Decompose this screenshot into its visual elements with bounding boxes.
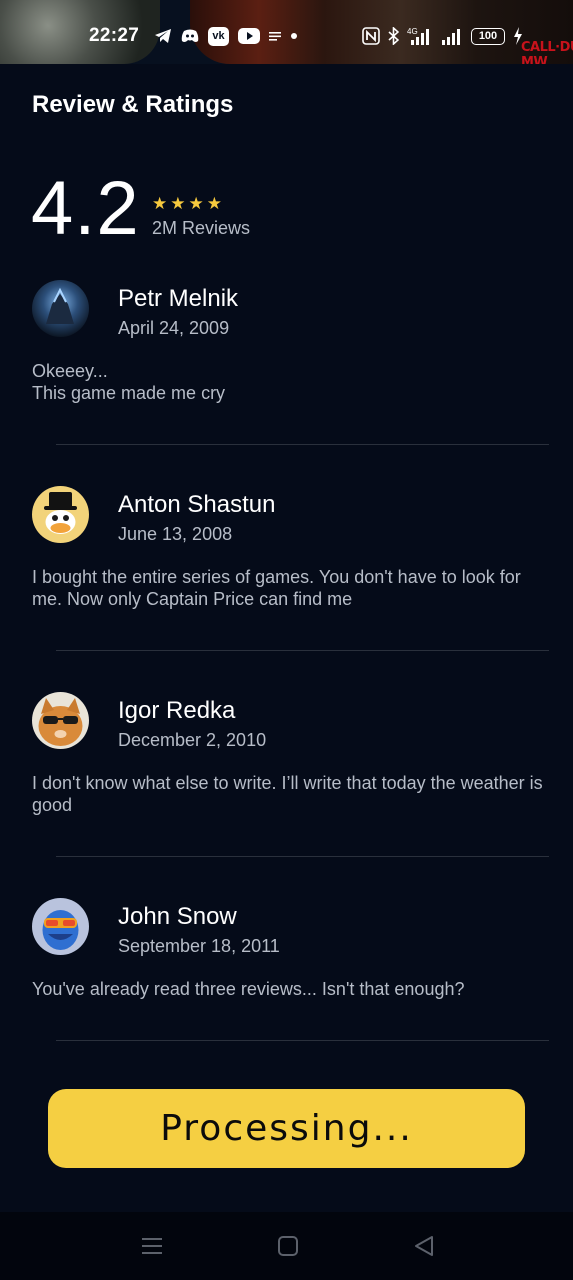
reviews-count: 2M Reviews — [152, 218, 251, 238]
signal-4g-icon: 4G — [407, 26, 433, 46]
avatar — [32, 486, 89, 543]
battery-icon: 100 — [471, 27, 505, 45]
review-date: June 13, 2008 — [118, 524, 233, 544]
recents-button[interactable] — [122, 1212, 182, 1280]
youtube-icon — [238, 26, 260, 46]
rating-stars: ★ ★ ★ ★ — [152, 194, 222, 214]
star-icon: ★ — [170, 194, 186, 213]
reviewer-name: Anton Shastun — [118, 491, 276, 518]
review-text: I don't know what else to write. I’ll wr… — [32, 773, 543, 815]
vk-icon: vk — [208, 26, 229, 46]
star-icon: ★ — [188, 194, 204, 213]
status-bar: 22:27 vk 4G 100 CALL·D MW — [0, 0, 573, 64]
review-text: I bought the entire series of games. You… — [32, 567, 521, 609]
review-date: September 18, 2011 — [118, 936, 280, 956]
notification-icons: vk — [154, 26, 298, 46]
reviewer-name: Igor Redka — [118, 697, 236, 724]
back-icon — [415, 1236, 433, 1256]
recents-icon — [142, 1238, 162, 1254]
system-icons: 4G 100 — [362, 26, 523, 46]
bluetooth-icon — [388, 26, 399, 46]
star-icon: ★ — [206, 194, 222, 213]
avatar — [32, 280, 89, 337]
reviewer-name: John Snow — [118, 903, 237, 930]
telegram-icon — [154, 26, 172, 46]
reviewer-name: Petr Melnik — [118, 285, 239, 312]
avatar — [32, 692, 89, 749]
review-text: You've already read three reviews... Isn… — [32, 979, 465, 999]
divider — [56, 1040, 549, 1041]
divider — [56, 650, 549, 651]
star-icon: ★ — [152, 194, 168, 213]
battery-level: 100 — [478, 30, 498, 42]
avatar — [32, 898, 89, 955]
divider — [56, 856, 549, 857]
divider — [56, 444, 549, 445]
rating-score: 4.2 — [31, 166, 140, 251]
dot-icon — [290, 26, 298, 46]
discord-icon — [181, 26, 199, 46]
menu-lines-icon — [269, 26, 281, 46]
home-icon — [278, 1236, 298, 1256]
nfc-icon — [362, 26, 380, 46]
page-title: Review & Ratings — [32, 91, 234, 118]
navigation-bar — [0, 1212, 573, 1280]
game-logo-text: CALL·DUTY MW — [521, 40, 573, 64]
status-time: 22:27 — [89, 25, 140, 46]
network-type-label: 4G — [407, 27, 418, 36]
back-button[interactable] — [394, 1212, 454, 1280]
review-date: April 24, 2009 — [118, 318, 230, 338]
game-logo: CALL·DUTY MW — [521, 40, 573, 64]
signal-icon — [441, 26, 463, 46]
review-date: December 2, 2010 — [118, 730, 267, 750]
processing-button[interactable]: Processing... — [48, 1089, 525, 1168]
home-button[interactable] — [258, 1212, 318, 1280]
review-text: Okeeey... This game made me cry — [32, 361, 226, 403]
